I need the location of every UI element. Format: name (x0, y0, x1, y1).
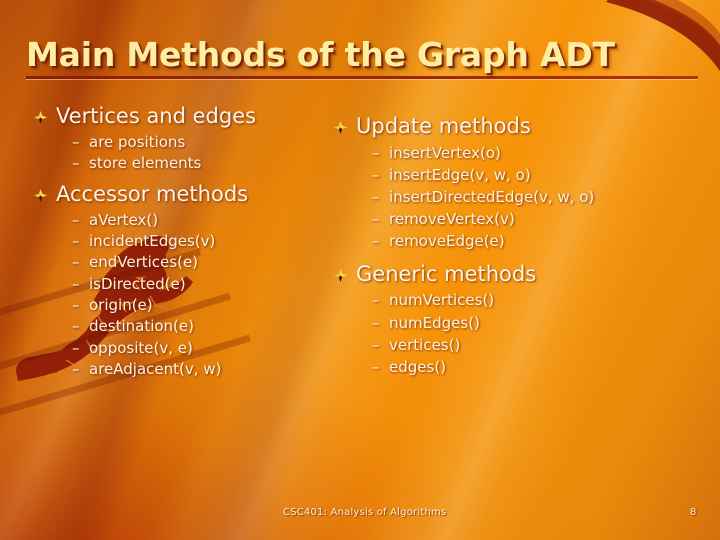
dash-marker: – (372, 143, 380, 162)
dash-marker: – (372, 187, 380, 206)
list-item: – are positions (34, 132, 334, 153)
sub-item-list: – numVertices() – numEdges() – vertices(… (334, 289, 714, 377)
list-item-label: numEdges() (389, 313, 480, 332)
list-item-label: edges() (389, 357, 447, 376)
bullet-heading-row: Accessor methods (34, 182, 334, 208)
dash-marker: – (372, 357, 380, 376)
list-item: – opposite(v, e) (34, 338, 334, 359)
dash-marker: – (372, 313, 380, 332)
list-item: – edges() (334, 356, 714, 378)
list-item-label: incidentEdges(v) (89, 232, 216, 251)
left-content-column: Vertices and edges – are positions – sto… (34, 96, 334, 382)
dash-marker: – (72, 132, 80, 151)
list-item: – aVertex() (34, 210, 334, 231)
dash-marker: – (72, 338, 80, 357)
list-item-label: isDirected(e) (89, 274, 186, 293)
heading-label: Update methods (356, 114, 531, 138)
list-item-label: endVertices(e) (89, 253, 199, 272)
list-item: – insertVertex(o) (334, 142, 714, 164)
gold-diamond-bullet-icon (34, 189, 47, 203)
footer-course-label: CSC401: Analysis of Algorithms (283, 507, 447, 518)
gold-diamond-bullet-icon (34, 111, 47, 124)
sub-item-list: – insertVertex(o) – insertEdge(v, w, o) … (334, 142, 714, 252)
list-item: – numEdges() (334, 312, 714, 334)
content-block: Generic methods – numVertices() – numEdg… (334, 262, 714, 378)
heading-label: Generic methods (356, 261, 537, 286)
list-item-label: insertDirectedEdge(v, w, o) (389, 187, 595, 206)
slide-canvas: Main Methods of the Graph ADT Vertices a… (0, 0, 720, 540)
list-item: – numVertices() (334, 289, 714, 311)
list-item-label: store elements (89, 153, 202, 172)
list-item-label: numVertices() (389, 291, 495, 310)
list-item: – endVertices(e) (34, 252, 334, 273)
title-underline (26, 75, 698, 79)
list-item-label: vertices() (389, 335, 461, 354)
dash-marker: – (372, 209, 380, 228)
list-item-label: destination(e) (89, 317, 194, 336)
list-item: – isDirected(e) (34, 274, 334, 295)
list-item-label: aVertex() (89, 210, 159, 229)
bullet-heading-row: Generic methods (334, 262, 714, 288)
dash-marker: – (72, 232, 80, 251)
list-item: – vertices() (334, 334, 714, 356)
list-item: – origin(e) (34, 295, 334, 316)
list-item-label: removeEdge(e) (389, 231, 505, 250)
content-block: Vertices and edges – are positions – sto… (34, 104, 334, 174)
list-item: – removeEdge(e) (334, 230, 714, 252)
dash-marker: – (372, 291, 380, 310)
list-item-label: origin(e) (89, 296, 153, 314)
sub-item-list: – aVertex() – incidentEdges(v) – endVert… (34, 210, 334, 380)
list-item-label: are positions (89, 132, 186, 151)
list-item: – removeVertex(v) (334, 208, 714, 230)
content-block: Accessor methods – aVertex() – incidentE… (34, 182, 334, 380)
dash-marker: – (372, 335, 380, 354)
list-item-label: insertEdge(v, w, o) (389, 165, 531, 184)
dash-marker: – (372, 165, 380, 184)
dash-marker: – (72, 296, 80, 314)
slide-number: 8 (690, 507, 697, 518)
dash-marker: – (72, 153, 80, 172)
sub-item-list: – are positions – store elements (34, 132, 334, 175)
list-item-label: insertVertex(o) (389, 143, 501, 162)
list-item-label: areAdjacent(v, w) (89, 359, 222, 378)
list-item-label: removeVertex(v) (389, 209, 515, 228)
content-block: Update methods – insertVertex(o) – inser… (334, 114, 714, 252)
list-item: – insertDirectedEdge(v, w, o) (334, 186, 714, 208)
dash-marker: – (72, 359, 80, 378)
title-block: Main Methods of the Graph ADT (26, 35, 698, 79)
list-item-label: opposite(v, e) (89, 338, 193, 357)
heading-label: Vertices and edges (56, 104, 257, 128)
dash-marker: – (372, 231, 380, 250)
gold-diamond-bullet-icon (334, 121, 347, 134)
list-item: – destination(e) (34, 316, 334, 337)
list-item: – insertEdge(v, w, o) (334, 164, 714, 186)
list-item: – incidentEdges(v) (34, 231, 334, 252)
dash-marker: – (72, 317, 80, 336)
right-content-column: Update methods – insertVertex(o) – inser… (334, 104, 714, 380)
gold-diamond-bullet-icon (334, 268, 347, 282)
list-item: – store elements (34, 153, 334, 174)
page-title: Main Methods of the Graph ADT (26, 35, 615, 74)
heading-label: Accessor methods (56, 182, 249, 207)
dash-marker: – (72, 274, 80, 293)
dash-marker: – (72, 253, 80, 272)
list-item: – areAdjacent(v, w) (34, 359, 334, 380)
bullet-heading-row: Update methods (334, 114, 714, 140)
dash-marker: – (72, 210, 80, 229)
bullet-heading-row: Vertices and edges (34, 104, 334, 130)
